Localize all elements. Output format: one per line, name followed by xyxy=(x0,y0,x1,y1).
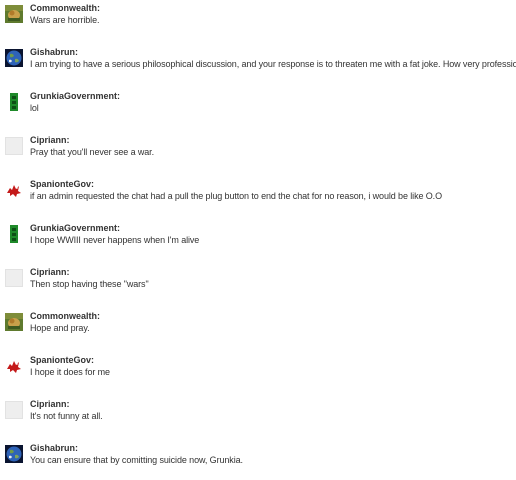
message-text: You can ensure that by comitting suicide… xyxy=(30,455,243,465)
message-text: Wars are horrible. xyxy=(30,15,100,25)
message-text: I hope it does for me xyxy=(30,367,110,377)
chat-message: Cipriann: Then stop having these "wars" xyxy=(0,264,516,304)
chat-message: GrunkiaGovernment: I hope WWIII never ha… xyxy=(0,220,516,260)
chat-message: Commonwealth: Hope and pray. xyxy=(0,308,516,348)
message-author: Commonwealth: xyxy=(30,311,101,321)
message-author: Gishabrun: xyxy=(30,443,79,453)
chat-message: Cipriann: It's not funny at all. xyxy=(0,396,516,436)
message-author: Cipriann: xyxy=(30,135,70,145)
red-dragon-icon xyxy=(5,181,23,199)
message-text: Pray that you'll never see a war. xyxy=(30,147,154,157)
message-author: Cipriann: xyxy=(30,399,70,409)
blank-avatar-icon xyxy=(5,269,23,287)
lion-flag-icon xyxy=(5,5,23,23)
message-text: lol xyxy=(30,103,39,113)
red-dragon-icon xyxy=(5,357,23,375)
chat-message: SpanionteGov: if an admin requested the … xyxy=(0,176,516,216)
blank-avatar-icon xyxy=(5,401,23,419)
chat-message: Gishabrun: I am trying to have a serious… xyxy=(0,44,516,84)
message-author: Cipriann: xyxy=(30,267,70,277)
chat-message: SpanionteGov: I hope it does for me xyxy=(0,352,516,392)
green-flag-icon xyxy=(5,225,23,243)
message-text: if an admin requested the chat had a pul… xyxy=(30,191,442,201)
message-author: Commonwealth: xyxy=(30,3,101,13)
message-text: Hope and pray. xyxy=(30,323,90,333)
earth-globe-icon xyxy=(5,445,23,463)
message-author: SpanionteGov: xyxy=(30,179,95,189)
message-text: I hope WWIII never happens when I'm aliv… xyxy=(30,235,200,245)
message-author: Gishabrun: xyxy=(30,47,79,57)
message-author: GrunkiaGovernment: xyxy=(30,223,121,233)
chat-message: Commonwealth: Wars are horrible. xyxy=(0,0,516,40)
message-author: SpanionteGov: xyxy=(30,355,95,365)
message-text: It's not funny at all. xyxy=(30,411,103,421)
chat-message: GrunkiaGovernment: lol xyxy=(0,88,516,128)
chat-message: Cipriann: Pray that you'll never see a w… xyxy=(0,132,516,172)
lion-flag-icon xyxy=(5,313,23,331)
earth-globe-icon xyxy=(5,49,23,67)
chat-message: Gishabrun: You can ensure that by comitt… xyxy=(0,440,516,480)
message-author: GrunkiaGovernment: xyxy=(30,91,121,101)
blank-avatar-icon xyxy=(5,137,23,155)
message-text: Then stop having these "wars" xyxy=(30,279,149,289)
message-text: I am trying to have a serious philosophi… xyxy=(30,59,516,69)
green-flag-icon xyxy=(5,93,23,111)
